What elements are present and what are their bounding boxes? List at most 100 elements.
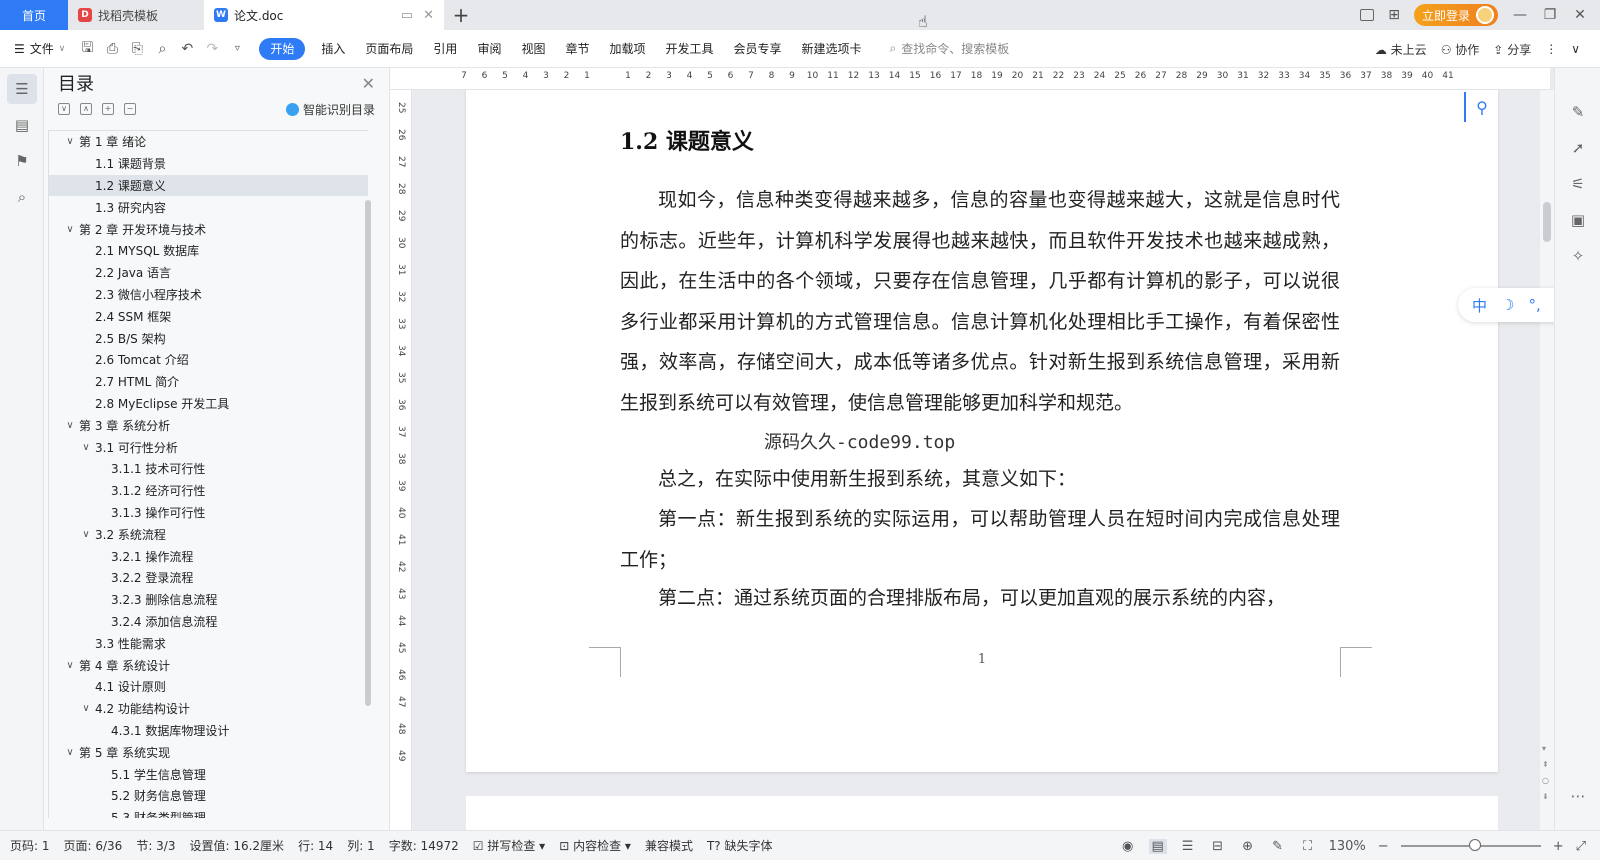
tab-home[interactable]: 首页 bbox=[0, 0, 68, 30]
menu-start[interactable]: 开始 bbox=[259, 37, 306, 60]
eye-protection-icon[interactable]: ◉ bbox=[1119, 839, 1137, 854]
scrollbar-thumb[interactable] bbox=[1543, 202, 1551, 242]
menu-developer[interactable]: 开发工具 bbox=[656, 38, 724, 60]
restore-icon[interactable]: ❐ bbox=[1542, 7, 1558, 23]
toc-item[interactable]: ∨ 3.2 系统流程 bbox=[49, 523, 368, 545]
scroll-down-icon[interactable]: ▾ bbox=[1542, 744, 1546, 753]
prev-page-icon[interactable]: ⇞ bbox=[1542, 760, 1549, 769]
toc-item[interactable]: ∨ 第 3 章 系统分析 bbox=[49, 414, 368, 436]
read-view-icon[interactable]: ⊟ bbox=[1209, 839, 1227, 854]
new-tab-button[interactable]: + bbox=[444, 0, 478, 30]
apps-grid-icon[interactable]: ⊞ bbox=[1388, 7, 1400, 23]
image-tool-icon[interactable]: ▣ bbox=[1555, 202, 1600, 238]
toc-item[interactable]: 2.7 HTML 简介 bbox=[49, 371, 368, 393]
web-view-icon[interactable]: ⊕ bbox=[1239, 839, 1257, 854]
toc-scrollbar[interactable] bbox=[365, 200, 371, 706]
minimize-icon[interactable]: — bbox=[1512, 7, 1528, 23]
menu-review[interactable]: 审阅 bbox=[467, 38, 511, 60]
status-words[interactable]: 字数: 14972 bbox=[389, 837, 459, 854]
status-page[interactable]: 页面: 6/36 bbox=[64, 837, 123, 854]
menu-references[interactable]: 引用 bbox=[423, 38, 467, 60]
file-menu[interactable]: ☰ 文件 ∨ bbox=[14, 40, 65, 57]
document-page[interactable]: 1.2 课题意义 现如今，信息种类变得越来越多，信息的容量也变得越来越大，这就是… bbox=[466, 90, 1498, 772]
toc-item[interactable]: 2.1 MYSQL 数据库 bbox=[49, 240, 368, 262]
menu-member[interactable]: 会员专享 bbox=[724, 38, 792, 60]
print-preview-icon[interactable]: ⌕ bbox=[154, 41, 170, 57]
outline-view-icon[interactable]: ☰ bbox=[1179, 839, 1197, 854]
menu-chapter[interactable]: 章节 bbox=[555, 38, 599, 60]
collapse-ribbon-icon[interactable]: ∨ bbox=[1571, 42, 1580, 56]
close-window-icon[interactable]: ✕ bbox=[1572, 7, 1588, 23]
toc-item[interactable]: ∨ 第 5 章 系统实现 bbox=[49, 741, 368, 763]
location-pin-icon[interactable]: ⚲ bbox=[1464, 92, 1498, 122]
zoom-level[interactable]: 130% bbox=[1329, 839, 1366, 854]
cloud-status[interactable]: ☁ 未上云 bbox=[1375, 41, 1427, 58]
close-tab-icon[interactable]: ✕ bbox=[423, 8, 434, 23]
toc-item[interactable]: 2.4 SSM 框架 bbox=[49, 305, 368, 327]
toc-item[interactable]: 2.3 微信小程序技术 bbox=[49, 284, 368, 306]
chevron-down-icon[interactable]: ∨ bbox=[79, 703, 93, 714]
chevron-down-icon[interactable]: ∨ bbox=[63, 136, 77, 147]
content-check-button[interactable]: ⊡ 内容检查 ▾ bbox=[559, 837, 631, 854]
command-search[interactable]: ⌕ 查找命令、搜索模板 bbox=[890, 40, 1010, 57]
toc-panel-icon[interactable]: ☰ bbox=[7, 74, 37, 104]
settings-sliders-icon[interactable]: ⚟ bbox=[1555, 166, 1600, 202]
menu-addins[interactable]: 加载项 bbox=[599, 38, 655, 60]
collab-button[interactable]: ⚇ 协作 bbox=[1441, 41, 1480, 58]
more-dropdown-icon[interactable]: ▿ bbox=[229, 43, 245, 54]
share-button[interactable]: ⇪ 分享 bbox=[1493, 41, 1531, 58]
ime-lang[interactable]: 中 bbox=[1472, 295, 1487, 316]
print-icon[interactable]: ⎘ bbox=[129, 41, 145, 57]
toc-item[interactable]: 5.3 财务类型管理 bbox=[49, 807, 368, 818]
zoom-slider[interactable] bbox=[1400, 839, 1541, 851]
compass-icon[interactable]: ✧ bbox=[1555, 238, 1600, 274]
find-icon[interactable]: ⌕ bbox=[7, 182, 37, 212]
chevron-down-icon[interactable]: ∨ bbox=[63, 224, 77, 235]
toc-item[interactable]: 2.2 Java 语言 bbox=[49, 262, 368, 284]
toc-item[interactable]: ∨ 第 2 章 开发环境与技术 bbox=[49, 218, 368, 240]
chevron-down-icon[interactable]: ∨ bbox=[79, 442, 93, 453]
tab-document[interactable]: W 论文.doc ▭ ✕ bbox=[204, 0, 444, 30]
layout-toggle-icon[interactable] bbox=[1360, 9, 1375, 21]
toc-item[interactable]: 5.1 学生信息管理 bbox=[49, 763, 368, 785]
next-page[interactable] bbox=[466, 796, 1498, 830]
write-view-icon[interactable]: ✎ bbox=[1269, 839, 1287, 854]
undo-icon[interactable]: ↶ bbox=[179, 41, 195, 57]
menu-insert[interactable]: 插入 bbox=[311, 38, 355, 60]
chevron-down-icon[interactable]: ∨ bbox=[63, 747, 77, 758]
export-pdf-icon[interactable]: ⎙ bbox=[104, 41, 120, 57]
toc-item[interactable]: 3.2.4 添加信息流程 bbox=[49, 611, 368, 633]
pin-tab-icon[interactable]: ▭ bbox=[401, 8, 413, 23]
missing-font-button[interactable]: T? 缺失字体 bbox=[707, 837, 773, 854]
fullscreen-icon[interactable]: ⤢ bbox=[1576, 839, 1586, 854]
menu-page-layout[interactable]: 页面布局 bbox=[355, 38, 423, 60]
chevron-down-icon[interactable]: ∨ bbox=[63, 660, 77, 671]
toc-item[interactable]: 3.3 性能需求 bbox=[49, 632, 368, 654]
chapter-nav-icon[interactable]: ▤ bbox=[7, 110, 37, 140]
select-pointer-icon[interactable]: ➚ bbox=[1555, 130, 1600, 166]
tab-template[interactable]: D 找稻壳模板 bbox=[68, 0, 204, 30]
menu-view[interactable]: 视图 bbox=[511, 38, 555, 60]
page-view-icon[interactable]: ▤ bbox=[1148, 838, 1167, 854]
zoom-in-icon[interactable]: + bbox=[1553, 839, 1564, 854]
more-icon[interactable]: ⋯ bbox=[1555, 778, 1600, 814]
toc-item[interactable]: 3.1.1 技术可行性 bbox=[49, 458, 368, 480]
next-page-icon[interactable]: ⇟ bbox=[1542, 792, 1549, 801]
toc-item[interactable]: ∨ 3.1 可行性分析 bbox=[49, 436, 368, 458]
punctuation-icon[interactable]: °, bbox=[1528, 296, 1540, 314]
horizontal-ruler[interactable]: 7 6 5 4 3 2 1 1 2 3 4 5 6 7 8 9 10 11 12 13 14 15 16 17 18 19 20 21… bbox=[390, 68, 1550, 90]
redo-icon[interactable]: ↷ bbox=[204, 41, 220, 57]
pen-icon[interactable]: ✎ bbox=[1555, 94, 1600, 130]
toc-item[interactable]: ∨ 第 4 章 系统设计 bbox=[49, 654, 368, 676]
toc-item[interactable]: 3.1.2 经济可行性 bbox=[49, 480, 368, 502]
toc-item[interactable]: ∨ 第 1 章 绪论 bbox=[49, 131, 368, 153]
toc-item[interactable]: 2.8 MyEclipse 开发工具 bbox=[49, 393, 368, 415]
remove-heading-icon[interactable]: − bbox=[124, 103, 136, 115]
smart-toc-button[interactable]: 智能识别目录 bbox=[285, 101, 375, 118]
toc-item[interactable]: 3.2.3 删除信息流程 bbox=[49, 589, 368, 611]
toc-item[interactable]: 3.2.2 登录流程 bbox=[49, 567, 368, 589]
login-button[interactable]: 立即登录 bbox=[1413, 4, 1498, 26]
menu-new-tab[interactable]: 新建选项卡 bbox=[792, 38, 872, 60]
bookmark-icon[interactable]: ⚑ bbox=[7, 146, 37, 176]
zoom-slider-knob[interactable] bbox=[1468, 839, 1481, 851]
